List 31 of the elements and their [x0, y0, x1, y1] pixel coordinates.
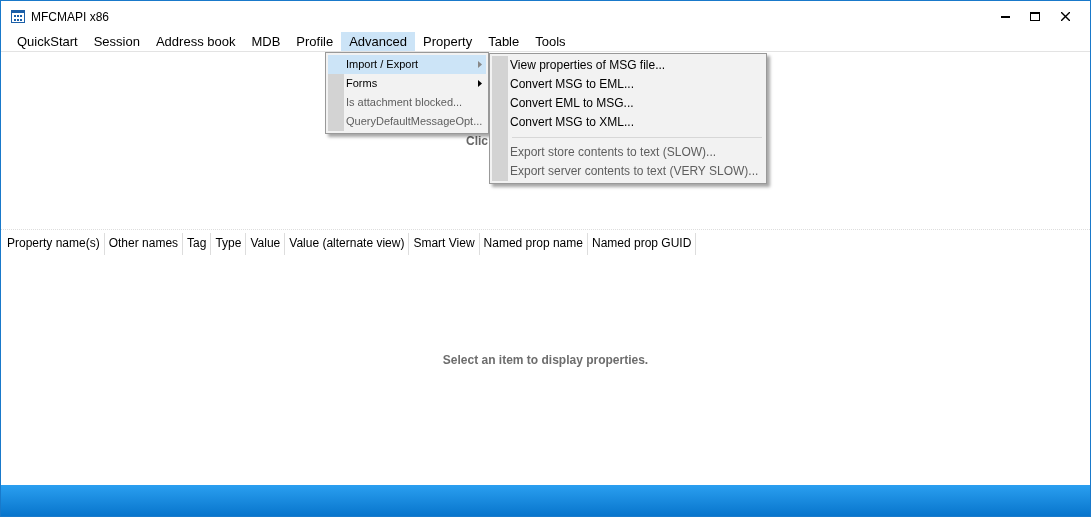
- menu-item[interactable]: Forms: [328, 74, 486, 93]
- menu-item[interactable]: Tools: [527, 32, 574, 51]
- menu-item[interactable]: View properties of MSG file...: [492, 56, 765, 75]
- empty-message: Select an item to display properties.: [442, 352, 649, 367]
- menu-item[interactable]: Advanced: [341, 32, 415, 51]
- menu-item[interactable]: Import / Export: [328, 55, 486, 74]
- column-header[interactable]: Tag: [183, 233, 212, 255]
- menu-item[interactable]: QuickStart: [9, 32, 86, 51]
- menu-item[interactable]: Convert MSG to XML...: [492, 113, 765, 132]
- maximize-icon: [1030, 12, 1040, 21]
- menu-item[interactable]: Property: [415, 32, 481, 51]
- menu-item[interactable]: Session: [85, 32, 148, 51]
- menu-item[interactable]: Table: [480, 32, 528, 51]
- column-header[interactable]: Value (alternate view): [285, 233, 410, 255]
- window-title: MFCMAPI x86: [31, 8, 109, 26]
- minimize-icon: [1000, 15, 1010, 18]
- column-header[interactable]: Named prop name: [479, 233, 588, 255]
- pane-message: Clic: [466, 133, 488, 150]
- app-icon: [11, 10, 25, 23]
- column-header[interactable]: Named prop GUID: [587, 233, 697, 255]
- menu-item[interactable]: Profile: [288, 32, 342, 51]
- column-header[interactable]: Other names: [104, 233, 184, 255]
- menu-item[interactable]: Convert EML to MSG...: [492, 94, 765, 113]
- column-header[interactable]: Value: [246, 233, 286, 255]
- column-header[interactable]: Smart View: [409, 233, 480, 255]
- column-header[interactable]: Type: [211, 233, 247, 255]
- column-header[interactable]: Property name(s): [3, 233, 105, 255]
- menu-item[interactable]: MDB: [243, 32, 289, 51]
- menu-item[interactable]: Convert MSG to EML...: [492, 75, 765, 94]
- close-icon: [1060, 12, 1070, 21]
- menu-item[interactable]: Address book: [147, 32, 244, 51]
